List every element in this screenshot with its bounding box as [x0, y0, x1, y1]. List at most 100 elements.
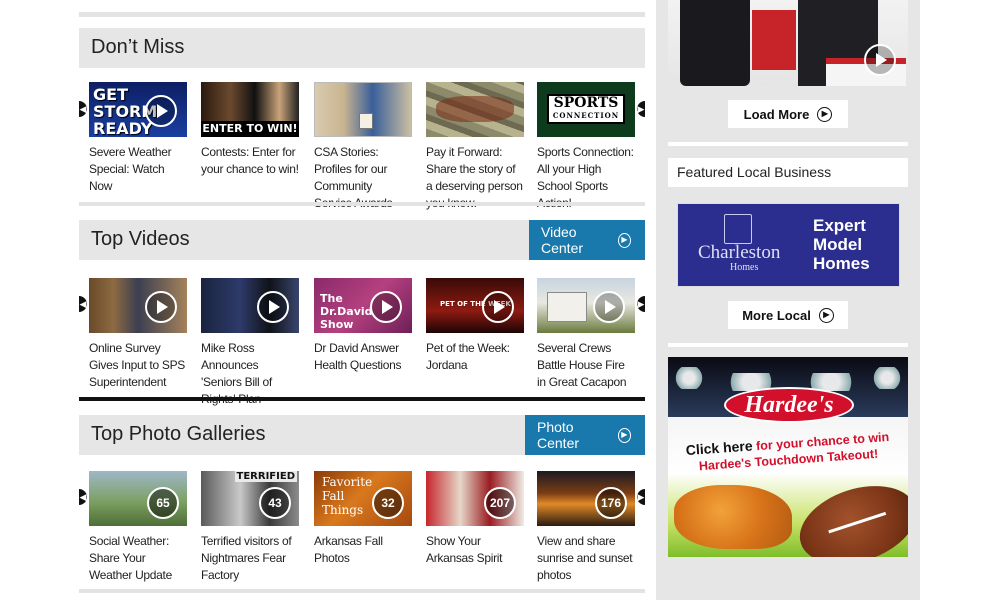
top-photo-galleries-section: Top Photo Galleries Photo Center ▶ — [79, 415, 645, 455]
person-shape — [680, 0, 750, 86]
award-plaque — [359, 113, 373, 129]
ad-tagline: Expert Model Homes — [813, 216, 870, 273]
photo-count-badge: 207 — [484, 487, 516, 519]
play-circle-icon[interactable] — [370, 291, 402, 323]
card-caption[interactable]: Arkansas Fall Photos — [314, 533, 412, 567]
thumbnail[interactable]: The Dr.David Show — [314, 278, 412, 333]
logo-mark — [724, 214, 752, 244]
dont-miss-section: Don’t Miss — [79, 28, 645, 68]
thumbnail[interactable]: 176 — [537, 471, 635, 526]
play-circle-icon[interactable] — [482, 291, 514, 323]
list-item[interactable]: ENTER TO WIN! Contests: Enter for your c… — [201, 82, 299, 178]
play-circle-icon[interactable] — [257, 291, 289, 323]
main-column: Don’t Miss ◀ ▶ GET STORM READY Severe We… — [79, 0, 645, 600]
button-label: Photo Center — [537, 419, 580, 451]
load-more-button[interactable]: Load More ▶ — [728, 100, 848, 128]
card-caption[interactable]: Social Weather: Share Your Weather Updat… — [89, 533, 187, 584]
list-item[interactable]: PET OF THE WEEK Pet of the Week: Jordana — [426, 278, 524, 374]
carousel-prev-icon[interactable]: ◀ — [79, 489, 87, 505]
section-header: Top Photo Galleries Photo Center ▶ — [79, 415, 645, 455]
list-item[interactable]: SPORTS CONNECTION Sports Connection: All… — [537, 82, 635, 212]
featured-local-business-title: Featured Local Business — [668, 158, 908, 187]
thumbnail[interactable] — [314, 82, 412, 137]
thumbnail[interactable] — [426, 82, 524, 137]
more-local-button[interactable]: More Local ▶ — [728, 301, 848, 329]
house-shape — [547, 292, 587, 322]
card-caption[interactable]: View and share sunrise and sunset photos — [537, 533, 635, 584]
carousel-next-icon[interactable]: ▶ — [637, 489, 645, 505]
thumbnail-text: GET STORM READY — [93, 85, 158, 137]
list-item[interactable]: TERRIFIED 43 Terrified visitors of Night… — [201, 471, 299, 584]
list-item[interactable]: Favorite Fall Things 32 Arkansas Fall Ph… — [314, 471, 412, 567]
thumbnail[interactable]: 207 — [426, 471, 524, 526]
list-item[interactable]: Pay it Forward: Share the story of a des… — [426, 82, 524, 212]
carousel-next-icon[interactable]: ▶ — [637, 101, 645, 117]
charleston-homes-ad[interactable]: Charleston Homes Expert Model Homes — [677, 203, 900, 287]
hardees-ad[interactable]: Hardee's Click here for your chance to w… — [668, 357, 908, 557]
thumbnail[interactable]: TERRIFIED 43 — [201, 471, 299, 526]
divider — [668, 142, 908, 146]
card-caption[interactable]: Pet of the Week: Jordana — [426, 340, 524, 374]
thumbnail[interactable]: SPORTS CONNECTION — [537, 82, 635, 137]
light-icon — [674, 367, 704, 389]
video-center-button[interactable]: Video Center ▶ — [529, 220, 645, 260]
thumbnail[interactable]: GET STORM READY — [89, 82, 187, 137]
list-item[interactable]: 207 Show Your Arkansas Spirit — [426, 471, 524, 567]
list-item[interactable]: The Dr.David Show Dr David Answer Health… — [314, 278, 412, 374]
play-circle-icon[interactable] — [864, 44, 896, 76]
sidebar: Load More ▶ Featured Local Business Char… — [656, 0, 920, 600]
photo-count-badge: 32 — [372, 487, 404, 519]
thumbnail[interactable] — [537, 278, 635, 333]
section-title: Don’t Miss — [91, 36, 185, 58]
thumbnail-text: The Dr.David Show — [320, 292, 373, 331]
card-caption[interactable]: Severe Weather Special: Watch Now — [89, 144, 187, 195]
divider — [668, 343, 908, 347]
play-circle-icon[interactable] — [145, 291, 177, 323]
arrow-right-circle-icon: ▶ — [617, 427, 631, 443]
divider — [79, 397, 645, 401]
charleston-logo: Charleston Homes — [678, 204, 808, 286]
thumbnail[interactable] — [201, 278, 299, 333]
section-header: Don’t Miss — [79, 28, 645, 68]
list-item[interactable]: Several Crews Battle House Fire in Great… — [537, 278, 635, 391]
thumbnail[interactable]: PET OF THE WEEK — [426, 278, 524, 333]
card-caption[interactable]: Dr David Answer Health Questions — [314, 340, 412, 374]
play-circle-icon[interactable] — [593, 291, 625, 323]
photo-center-button[interactable]: Photo Center ▶ — [525, 415, 645, 455]
thumbnail[interactable] — [89, 278, 187, 333]
button-label: Load More — [743, 106, 810, 122]
photo-count-badge: 65 — [147, 487, 179, 519]
card-caption[interactable]: Online Survey Gives Input to SPS Superin… — [89, 340, 187, 391]
chicken-tenders-image — [674, 485, 792, 549]
card-caption[interactable]: Several Crews Battle House Fire in Great… — [537, 340, 635, 391]
carousel-prev-icon[interactable]: ◀ — [79, 101, 87, 117]
divider — [79, 589, 645, 593]
card-caption[interactable]: Show Your Arkansas Spirit — [426, 533, 524, 567]
red-sign-shape — [752, 10, 796, 70]
featured-video-thumbnail[interactable] — [668, 0, 908, 86]
carousel-prev-icon[interactable]: ◀ — [79, 296, 87, 312]
carousel-next-icon[interactable]: ▶ — [637, 296, 645, 312]
button-label: Video Center — [541, 224, 584, 256]
thumbnail[interactable]: ENTER TO WIN! — [201, 82, 299, 137]
list-item[interactable]: Mike Ross Announces 'Seniors Bill of Rig… — [201, 278, 299, 408]
football-lace — [828, 511, 887, 534]
coins-pile — [436, 96, 514, 122]
divider — [79, 202, 645, 206]
play-circle-icon[interactable] — [145, 95, 177, 127]
list-item[interactable]: 176 View and share sunrise and sunset ph… — [537, 471, 635, 584]
card-caption[interactable]: Contests: Enter for your chance to win! — [201, 144, 299, 178]
list-item[interactable]: CSA Stories: Profiles for our Community … — [314, 82, 412, 212]
list-item[interactable]: Online Survey Gives Input to SPS Superin… — [89, 278, 187, 391]
section-title: Top Videos — [91, 228, 190, 250]
list-item[interactable]: GET STORM READY Severe Weather Special: … — [89, 82, 187, 195]
thumbnail[interactable]: Favorite Fall Things 32 — [314, 471, 412, 526]
thumbnail[interactable]: 65 — [89, 471, 187, 526]
photo-count-badge: 43 — [259, 487, 291, 519]
light-icon — [872, 367, 902, 389]
card-caption[interactable]: Terrified visitors of Nightmares Fear Fa… — [201, 533, 299, 584]
list-item[interactable]: 65 Social Weather: Share Your Weather Up… — [89, 471, 187, 584]
button-label: More Local — [742, 307, 811, 323]
top-videos-section: Top Videos Video Center ▶ — [79, 220, 645, 260]
photo-count-badge: 176 — [595, 487, 627, 519]
